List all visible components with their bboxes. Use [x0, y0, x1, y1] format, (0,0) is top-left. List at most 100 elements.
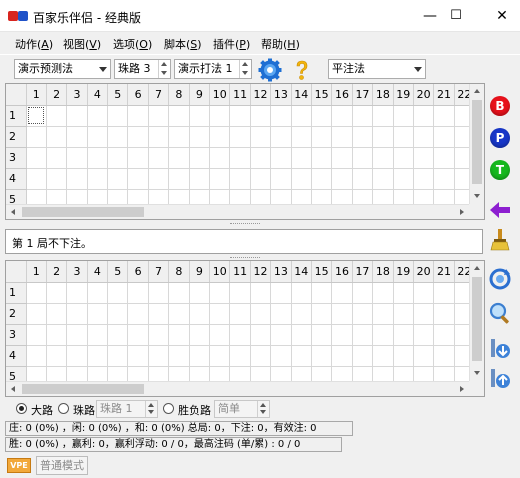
grid-cell[interactable] [168, 324, 190, 346]
scroll-thumb[interactable] [22, 384, 144, 394]
grid-cell[interactable] [229, 303, 251, 325]
grid-cell[interactable] [87, 345, 109, 367]
grid-cell[interactable] [209, 147, 231, 169]
grid-cell[interactable] [87, 147, 109, 169]
grid-cell[interactable] [189, 282, 211, 304]
grid-cell[interactable] [393, 345, 414, 367]
grid-cell[interactable] [148, 282, 170, 304]
grid-cell[interactable] [209, 282, 231, 304]
grid-cell[interactable] [413, 345, 435, 367]
grid-cell[interactable] [107, 105, 129, 127]
grid-cell[interactable] [270, 303, 292, 325]
top-road-grid[interactable]: 1 2 3 4 5 6 7 8 9 10 11 12 13 14 15 16 17 18 19 20 21 22 1 2 3 4 5 [5, 83, 485, 220]
grid-cell[interactable] [352, 126, 374, 148]
grid-cell[interactable] [46, 282, 68, 304]
grid-cell[interactable] [87, 324, 109, 346]
grid-cell[interactable] [209, 345, 231, 367]
grid-cell[interactable] [189, 105, 211, 127]
grid-cell[interactable] [87, 303, 109, 325]
spin-buttons[interactable] [145, 401, 157, 417]
grid-cell[interactable] [209, 168, 231, 190]
grid-cell[interactable] [331, 345, 353, 367]
grid-cell[interactable] [250, 324, 272, 346]
grid-cell[interactable] [352, 303, 374, 325]
grid-cell[interactable] [66, 105, 88, 127]
grid-cell[interactable] [46, 126, 68, 148]
grid-cell[interactable] [331, 126, 353, 148]
scroll-down-icon[interactable] [474, 194, 480, 198]
grid-cell[interactable] [291, 282, 312, 304]
grid-cell[interactable] [433, 303, 455, 325]
normal-mode-button[interactable]: 普通模式 [36, 456, 88, 475]
grid-cell[interactable] [46, 147, 68, 169]
grid-cell[interactable] [372, 324, 394, 346]
grid-cell[interactable] [433, 282, 455, 304]
grid-cell[interactable] [270, 147, 292, 169]
grid-cell[interactable] [413, 282, 435, 304]
scroll-up-icon[interactable] [474, 89, 480, 93]
scroll-right-icon[interactable] [460, 209, 464, 215]
betting-method-select[interactable]: 平注法 [328, 59, 426, 79]
grid-cell[interactable] [250, 345, 272, 367]
grid-cell[interactable] [127, 345, 149, 367]
grid-cell[interactable] [352, 345, 374, 367]
grid-cell[interactable] [311, 324, 333, 346]
grid-cell[interactable] [46, 345, 68, 367]
grid-cell[interactable] [26, 168, 47, 190]
grid-cell[interactable] [352, 168, 374, 190]
grid-cell[interactable] [26, 345, 47, 367]
grid-cell[interactable] [311, 126, 333, 148]
grid-cell[interactable] [311, 345, 333, 367]
grid-cell[interactable] [352, 324, 374, 346]
grid-cell[interactable] [433, 168, 455, 190]
grid-cell[interactable] [311, 303, 333, 325]
grid-cell[interactable] [189, 168, 211, 190]
grid-cell[interactable] [229, 345, 251, 367]
grid-cell[interactable] [250, 282, 272, 304]
scroll-thumb[interactable] [472, 100, 482, 184]
grid-cell[interactable] [433, 345, 455, 367]
grid-cell[interactable] [270, 126, 292, 148]
grid-cell[interactable] [148, 126, 170, 148]
grid-cell[interactable] [189, 147, 211, 169]
grid-cell[interactable] [87, 126, 109, 148]
grid-cell[interactable] [413, 126, 435, 148]
grid-cell[interactable] [413, 324, 435, 346]
grid-cell[interactable] [311, 147, 333, 169]
grid-cell[interactable] [413, 105, 435, 127]
grid-cell[interactable] [372, 345, 394, 367]
spin-buttons[interactable] [239, 60, 251, 78]
spin-buttons[interactable] [257, 401, 269, 417]
grid-cell[interactable] [291, 324, 312, 346]
predict-method-select[interactable]: 演示预测法 [14, 59, 111, 79]
scroll-thumb[interactable] [22, 207, 144, 217]
grid-cell[interactable] [291, 345, 312, 367]
grid-cell[interactable] [393, 168, 414, 190]
grid-cell[interactable] [107, 126, 129, 148]
grid-cell[interactable] [189, 324, 211, 346]
grid-cell[interactable] [372, 147, 394, 169]
grid-cell[interactable] [127, 324, 149, 346]
grid-cell[interactable] [393, 147, 414, 169]
grid-cell[interactable] [26, 147, 47, 169]
grid-cell[interactable] [393, 282, 414, 304]
grid-cell[interactable] [107, 324, 129, 346]
grid-cell[interactable] [229, 147, 251, 169]
grid-cell[interactable] [168, 303, 190, 325]
grid-cell[interactable] [26, 282, 47, 304]
help-question-icon[interactable] [290, 58, 314, 82]
grid-cell[interactable] [393, 126, 414, 148]
grid-cell[interactable] [66, 168, 88, 190]
grid-cell[interactable] [229, 324, 251, 346]
grid-cell[interactable] [127, 303, 149, 325]
menu-plugin[interactable]: 插件(P) [213, 36, 250, 52]
grid-cell[interactable] [250, 168, 272, 190]
grid-cell[interactable] [372, 282, 394, 304]
search-zoom-icon[interactable] [488, 301, 512, 325]
grid-cell[interactable] [291, 105, 312, 127]
grid-cell[interactable] [148, 105, 170, 127]
grid-cell[interactable] [433, 147, 455, 169]
menu-help[interactable]: 帮助(H) [261, 36, 300, 52]
grid-cell[interactable] [372, 126, 394, 148]
grid-cell[interactable] [107, 345, 129, 367]
